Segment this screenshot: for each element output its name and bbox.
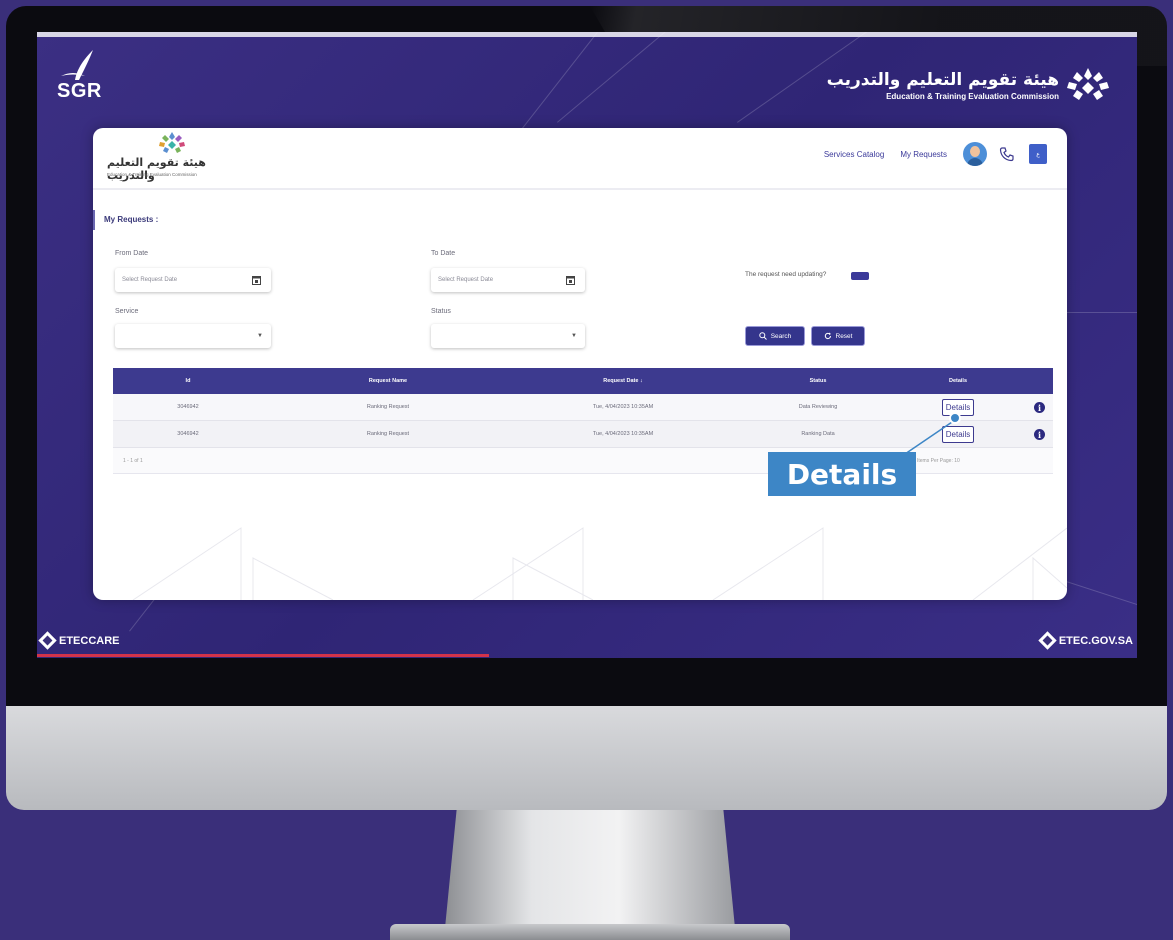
cell-status: Data Reviewing <box>798 404 838 410</box>
cell-request-name: Ranking Request <box>366 431 410 437</box>
screen: SGR هيئة تقويم التعليم والتدريب Educatio… <box>37 32 1137 658</box>
app-window: هيئة تقويم التعليم والتدريب Education & … <box>93 128 1067 600</box>
nav-my-requests[interactable]: My Requests <box>900 150 947 159</box>
column-header-details: Details <box>948 378 968 384</box>
diamond-icon <box>38 631 57 650</box>
reset-button[interactable]: Reset <box>811 326 865 346</box>
etec-care-label: ETECCARE <box>38 631 120 650</box>
status-select[interactable]: ▼ <box>431 324 585 348</box>
app-header: هيئة تقويم التعليم والتدريب Education & … <box>93 128 1067 190</box>
search-icon <box>758 332 767 340</box>
info-icon[interactable]: i <box>1034 402 1045 413</box>
service-label: Service <box>115 308 139 315</box>
cell-request-name: Ranking Request <box>366 404 410 410</box>
chevron-down-icon: ▼ <box>571 333 577 339</box>
footer-left-text: ETECCARE <box>59 634 120 647</box>
diamond-icon <box>1038 631 1057 650</box>
monitor-chin <box>6 706 1167 810</box>
calendar-icon[interactable] <box>252 275 261 285</box>
refresh-icon <box>824 332 831 340</box>
column-header-request-name[interactable]: Request Name <box>263 378 513 384</box>
callout-pointer-dot <box>949 412 961 424</box>
details-button[interactable]: Details <box>941 425 975 443</box>
table-row: 3046942 Ranking Request Tue, 4/04/2023 1… <box>113 421 1053 448</box>
etec-gov-label: ETEC.GOV.SA <box>1038 631 1133 650</box>
table-header: Id Request Name Request Date ↓ Status De… <box>113 368 1053 394</box>
service-select[interactable]: ▼ <box>115 324 271 348</box>
sgr-bird-icon <box>61 50 93 80</box>
sgr-logo: SGR <box>55 50 115 114</box>
monitor-stand-base <box>390 924 790 940</box>
app-logo-arabic: هيئة تقويم التعليم والتدريب <box>107 156 206 182</box>
need-updating-toggle[interactable] <box>851 272 869 280</box>
cell-id: 3046942 <box>177 404 199 410</box>
avatar[interactable] <box>963 142 987 166</box>
column-header-status[interactable]: Status <box>733 378 903 384</box>
to-date-placeholder: Select Request Date <box>438 277 494 283</box>
phone-icon[interactable] <box>999 146 1015 162</box>
language-button[interactable]: ع <box>1029 144 1047 164</box>
sgr-logo-text: SGR <box>57 80 102 102</box>
monitor-stand <box>445 810 735 928</box>
search-button-label: Search <box>770 332 792 340</box>
screen-top-strip <box>37 32 1137 37</box>
status-label: Status <box>431 308 451 315</box>
table-row: 3046942 Ranking Request Tue, 4/04/2023 1… <box>113 394 1053 421</box>
etec-header-logo: هيئة تقويم التعليم والتدريب Education & … <box>827 68 1109 102</box>
top-nav: Services Catalog My Requests ع <box>824 139 1047 169</box>
reset-button-label: Reset <box>835 332 853 340</box>
decor-triangles <box>132 527 1067 600</box>
cell-request-date: Tue, 4/04/2023 10:35AM <box>592 431 654 437</box>
column-header-request-date[interactable]: Request Date ↓ <box>513 378 733 384</box>
details-callout: Details <box>768 452 916 496</box>
nav-services-catalog[interactable]: Services Catalog <box>824 150 884 159</box>
app-logo[interactable]: هيئة تقويم التعليم والتدريب Education & … <box>107 132 247 184</box>
app-logo-english: Education & Training Evaluation Commissi… <box>107 172 197 177</box>
cell-request-date: Tue, 4/04/2023 10:35AM <box>592 404 654 410</box>
info-icon[interactable]: i <box>1034 429 1045 440</box>
etec-logo-english: Education & Training Evaluation Commissi… <box>886 91 1059 101</box>
from-date-label: From Date <box>115 250 149 257</box>
decor-line <box>557 32 711 123</box>
pagination-range: 1 - 1 of 1 <box>123 458 143 464</box>
etec-flower-icon <box>159 132 185 153</box>
cell-id: 3046942 <box>177 431 199 437</box>
footer-right-text: ETEC.GOV.SA <box>1058 634 1133 647</box>
column-header-id[interactable]: Id <box>113 378 263 384</box>
to-date-label: To Date <box>431 250 456 257</box>
chevron-down-icon: ▼ <box>257 333 263 339</box>
from-date-placeholder: Select Request Date <box>122 277 178 283</box>
calendar-icon[interactable] <box>566 275 575 285</box>
items-per-page[interactable]: Items Per Page: 10 <box>917 458 960 464</box>
etec-flower-icon <box>1067 68 1109 100</box>
etec-logo-arabic: هيئة تقويم التعليم والتدريب <box>826 69 1059 90</box>
to-date-field[interactable]: Select Request Date <box>431 268 585 292</box>
search-button[interactable]: Search <box>745 326 805 346</box>
page-title: My Requests : <box>93 210 158 230</box>
progress-line <box>37 654 489 657</box>
from-date-field[interactable]: Select Request Date <box>115 268 271 292</box>
need-updating-label: The request need updating? <box>745 271 827 278</box>
cell-status: Ranking Data <box>801 431 835 437</box>
